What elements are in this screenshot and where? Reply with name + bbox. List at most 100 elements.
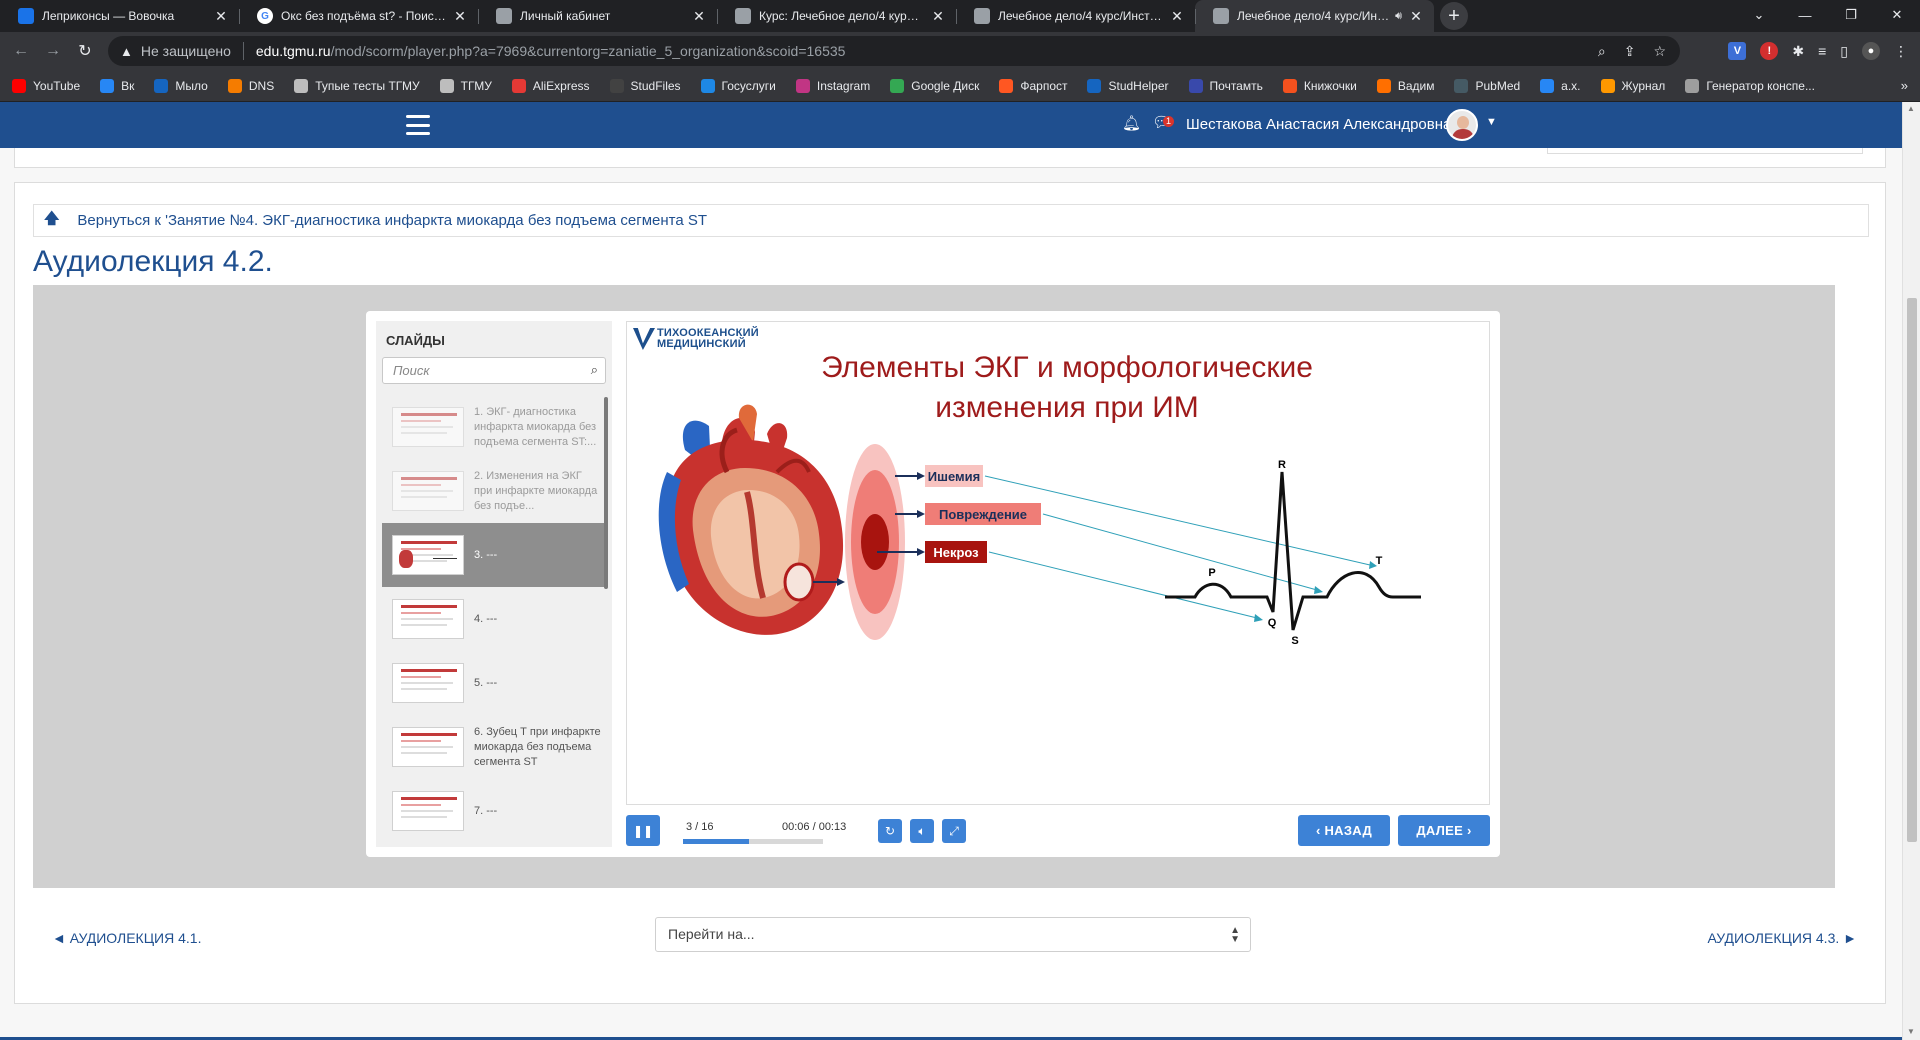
browser-tab[interactable]: Лечебное дело/4 курс/Инструменты ✕ <box>956 0 1195 32</box>
restore-icon[interactable]: ❐ <box>1828 0 1874 30</box>
vpn-extension-icon[interactable]: V <box>1728 42 1747 60</box>
bookmark-item[interactable]: Вадим <box>1376 78 1434 93</box>
browser-tab[interactable]: Личный кабинет ✕ <box>478 0 717 32</box>
reload-icon[interactable]: ↻ <box>70 36 100 66</box>
bookmark-item[interactable]: Instagram <box>795 78 870 93</box>
bookmark-favicon-icon <box>999 78 1014 93</box>
replay-icon[interactable]: ↻ <box>878 819 902 843</box>
bookmark-favicon-icon <box>890 78 905 93</box>
bookmark-item[interactable]: YouTube <box>12 78 80 93</box>
close-tab-icon[interactable]: ✕ <box>213 8 229 25</box>
bookmark-item[interactable]: StudFiles <box>609 78 681 93</box>
user-name[interactable]: Шестакова Анастасия Александровна <box>1186 116 1451 133</box>
reading-list-icon[interactable]: ≡ <box>1818 43 1826 59</box>
hamburger-menu-icon[interactable] <box>406 115 430 135</box>
scroll-down-icon[interactable]: ▼ <box>1907 1027 1915 1036</box>
close-tab-icon[interactable]: ✕ <box>691 8 707 25</box>
jump-to-select[interactable]: Перейти на... ▲ ▼ <box>655 917 1251 952</box>
next-activity-link[interactable]: АУДИОЛЕКЦИЯ 4.3. ► <box>1708 930 1857 946</box>
slide-list-item[interactable]: 6. Зубец Т при инфаркте миокарда без под… <box>382 715 606 779</box>
bookmark-item[interactable]: Генератор конспе... <box>1685 78 1815 93</box>
slide-list-item[interactable]: 5. --- <box>382 651 606 715</box>
puzzle-icon[interactable]: ✱ <box>1792 43 1804 60</box>
zone-label-necrosis: Некроз <box>933 545 979 560</box>
slide-list-item[interactable]: 2. Изменения на ЭКГ при инфаркте миокард… <box>382 459 606 523</box>
fullscreen-icon[interactable]: ⤢ <box>942 819 966 843</box>
bookmark-item[interactable]: ТГМУ <box>439 78 492 93</box>
bookmark-label: Госуслуги <box>721 78 776 93</box>
notifications-bell-icon[interactable]: 🔔︎ <box>1122 114 1141 132</box>
bookmark-item[interactable]: Google Диск <box>890 78 979 93</box>
bookmark-item[interactable]: Госуслуги <box>700 78 776 93</box>
close-tab-icon[interactable]: ✕ <box>1169 8 1185 25</box>
bookmark-item[interactable]: AliExpress <box>511 78 590 93</box>
address-bar[interactable]: ▲ Не защищено edu.tgmu.ru/mod/scorm/play… <box>108 36 1680 66</box>
bookmark-item[interactable]: а.х. <box>1540 78 1581 93</box>
playback-progress[interactable] <box>683 839 823 844</box>
browser-tab[interactable]: Леприконсы — Вовочка ✕ <box>0 0 239 32</box>
minimize-icon[interactable]: — <box>1782 0 1828 30</box>
playback-controls: ❚❚ 3 / 16 00:06 / 00:13 ↻ 🔈︎ ⤢ ‹ НАЗАД Д… <box>626 815 1490 849</box>
bookmark-item[interactable]: StudHelper <box>1087 78 1169 93</box>
bookmark-favicon-icon <box>1600 78 1615 93</box>
bookmark-item[interactable]: Фарпост <box>999 78 1067 93</box>
user-menu-caret-icon[interactable]: ▼ <box>1486 116 1497 128</box>
scroll-up-icon[interactable]: ▲ <box>1907 104 1915 113</box>
slide-list-scrollbar[interactable] <box>604 397 608 589</box>
red-extension-icon[interactable]: ! <box>1760 42 1779 60</box>
page-scrollbar[interactable]: ▲ ▼ <box>1902 102 1920 1040</box>
zoom-icon[interactable]: ⌕ <box>1598 43 1606 60</box>
next-slide-button[interactable]: ДАЛЕЕ › <box>1398 815 1490 846</box>
close-tab-icon[interactable]: ✕ <box>930 8 946 25</box>
bookmark-favicon-icon <box>154 78 169 93</box>
browser-tab[interactable]: Лечебное дело/4 курс/Инструменты 🔊︎ ✕ <box>1195 0 1434 32</box>
side-panel-icon[interactable]: ▯ <box>1840 43 1848 60</box>
tab-audio-icon[interactable]: 🔊︎ <box>1395 10 1402 23</box>
profile-icon[interactable]: ● <box>1862 42 1880 60</box>
slide-search-input[interactable]: Поиск ⌕ <box>382 357 606 384</box>
slide-list-item[interactable]: 7. --- <box>382 779 606 843</box>
menu-dots-icon[interactable]: ⋮ <box>1894 43 1908 60</box>
content-card: 🡅︎ Вернуться к 'Занятие №4. ЭКГ-диагност… <box>14 182 1886 1004</box>
heart-illustration <box>658 404 844 635</box>
back-arrow-icon[interactable]: ← <box>6 36 36 66</box>
close-tab-icon[interactable]: ✕ <box>452 8 468 25</box>
bookmark-item[interactable]: Тупые тесты ТГМУ <box>294 78 420 93</box>
volume-icon[interactable]: 🔈︎ <box>910 819 934 843</box>
slide-list-item[interactable]: 3. --- <box>382 523 606 587</box>
bookmark-favicon-icon <box>700 78 715 93</box>
bookmark-item[interactable]: Журнал <box>1600 78 1666 93</box>
bookmark-label: Журнал <box>1621 78 1666 93</box>
previous-activity-link[interactable]: ◄ АУДИОЛЕКЦИЯ 4.1. <box>52 930 201 946</box>
return-link[interactable]: 🡅︎ Вернуться к 'Занятие №4. ЭКГ-диагност… <box>33 204 1869 237</box>
bookmark-item[interactable]: DNS <box>227 78 274 93</box>
prev-slide-button[interactable]: ‹ НАЗАД <box>1298 815 1390 846</box>
page-scrollbar-thumb[interactable] <box>1907 298 1917 842</box>
slide-list-item[interactable]: 1. ЭКГ- диагностика инфаркта миокарда бе… <box>382 395 606 459</box>
slide-list-item[interactable]: 4. --- <box>382 587 606 651</box>
bookmark-item[interactable]: Вк <box>100 78 134 93</box>
browser-tab[interactable]: Курс: Лечебное дело/4 курс/Инструменты ✕ <box>717 0 956 32</box>
browser-tab[interactable]: G Окс без подъёма st? - Поиск в Google ✕ <box>239 0 478 32</box>
bookmark-star-icon[interactable]: ☆ <box>1653 43 1666 60</box>
forward-arrow-icon[interactable]: → <box>38 36 68 66</box>
arrow-up-icon: 🡅︎ <box>44 210 60 227</box>
bookmark-item[interactable]: PubMed <box>1454 78 1520 93</box>
close-window-icon[interactable]: ✕ <box>1874 0 1920 30</box>
page-icon <box>496 8 512 24</box>
search-icon[interactable]: ⌕ <box>591 362 598 378</box>
share-icon[interactable]: ⇪ <box>1624 43 1636 60</box>
extensions-area: V ! ✱ ≡ ▯ ● ⋮ <box>1728 36 1908 66</box>
bookmark-item[interactable]: Почтамть <box>1188 78 1263 93</box>
messages-icon[interactable]: 💬︎ 1 <box>1152 113 1175 131</box>
avatar[interactable] <box>1446 109 1478 141</box>
pause-button[interactable]: ❚❚ <box>626 815 660 846</box>
more-bookmarks-icon[interactable]: » <box>1901 78 1908 93</box>
close-tab-icon[interactable]: ✕ <box>1408 8 1424 25</box>
bookmark-item[interactable]: Книжочки <box>1282 78 1357 93</box>
bookmark-favicon-icon <box>795 78 810 93</box>
bookmark-item[interactable]: Мыло <box>154 78 208 93</box>
tab-search-icon[interactable]: ⌄ <box>1736 0 1782 30</box>
new-tab-button[interactable]: + <box>1440 2 1468 30</box>
bookmark-label: а.х. <box>1561 78 1581 93</box>
